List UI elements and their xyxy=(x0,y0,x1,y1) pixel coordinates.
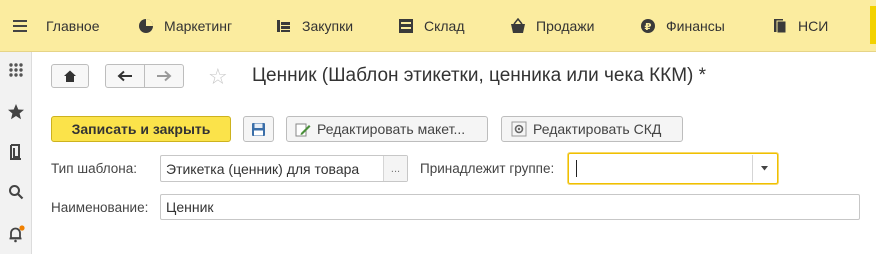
menu-item-finance[interactable]: ₽ Финансы xyxy=(640,16,725,36)
forward-button[interactable] xyxy=(144,64,184,88)
edit-layout-label: Редактировать макет... xyxy=(317,121,466,137)
save-and-close-button[interactable]: Записать и закрыть xyxy=(51,116,231,142)
pie-chart-icon xyxy=(138,18,154,34)
menu-item-label: Главное xyxy=(46,18,100,34)
edit-skd-button[interactable]: Редактировать СКД xyxy=(501,116,683,142)
template-type-field[interactable]: Этикетка (ценник) для товара xyxy=(160,155,408,182)
menu-item-marketing[interactable]: Маркетинг xyxy=(138,16,232,36)
menu-item-label: Финансы xyxy=(666,18,725,34)
settings-gear-icon xyxy=(511,121,527,137)
search-icon[interactable] xyxy=(4,180,28,204)
menu-item-main[interactable]: Главное xyxy=(46,16,100,36)
floppy-disk-icon xyxy=(252,122,265,136)
save-button[interactable] xyxy=(243,116,274,142)
history-icon[interactable] xyxy=(4,140,28,164)
name-value: Ценник xyxy=(166,199,214,215)
menu-item-label: НСИ xyxy=(798,18,829,34)
chevron-down-icon xyxy=(761,166,768,171)
book-icon xyxy=(772,18,788,34)
text-cursor xyxy=(576,160,577,177)
back-button[interactable] xyxy=(105,64,145,88)
edit-pencil-icon xyxy=(295,123,311,137)
menu-item-label: Маркетинг xyxy=(164,18,233,34)
cart-icon xyxy=(276,18,292,34)
top-menu-bar: Главное Маркетинг Закупки Склад Продажи … xyxy=(0,0,876,52)
main-menu-icon[interactable] xyxy=(13,18,27,32)
favorite-star-icon[interactable]: ☆ xyxy=(208,64,228,90)
home-icon xyxy=(64,70,76,82)
save-and-close-label: Записать и закрыть xyxy=(71,121,211,137)
arrow-left-icon xyxy=(117,70,132,82)
menu-item-purchases[interactable]: Закупки xyxy=(276,16,353,36)
menu-bar-edge xyxy=(870,6,876,44)
ruble-coin-icon: ₽ xyxy=(640,18,656,34)
menu-item-nsi[interactable]: НСИ xyxy=(772,16,828,36)
left-sidebar xyxy=(0,52,32,254)
select-dots-icon: ... xyxy=(390,162,401,175)
warehouse-icon xyxy=(398,18,414,34)
group-label: Принадлежит группе: xyxy=(420,161,555,176)
menu-item-label: Продажи xyxy=(536,18,595,34)
apps-grid-icon[interactable] xyxy=(4,58,28,82)
name-field[interactable]: Ценник xyxy=(160,194,860,220)
template-type-value: Этикетка (ценник) для товара xyxy=(166,160,360,177)
arrow-right-icon xyxy=(157,70,172,82)
group-field[interactable] xyxy=(568,153,778,184)
menu-item-warehouse[interactable]: Склад xyxy=(398,16,465,36)
svg-text:₽: ₽ xyxy=(645,22,652,33)
notifications-bell-icon[interactable] xyxy=(4,222,28,246)
home-button[interactable] xyxy=(51,64,89,88)
template-type-label: Тип шаблона: xyxy=(51,161,137,176)
menu-item-sales[interactable]: Продажи xyxy=(510,16,594,36)
group-dropdown-button[interactable] xyxy=(752,155,776,182)
edit-layout-button[interactable]: Редактировать макет... xyxy=(286,116,488,142)
edit-skd-label: Редактировать СКД xyxy=(533,121,662,137)
favorites-star-icon[interactable] xyxy=(4,100,28,124)
menu-item-label: Склад xyxy=(424,18,465,34)
name-label: Наименование: xyxy=(51,200,149,215)
menu-item-label: Закупки xyxy=(302,18,354,34)
basket-icon xyxy=(510,18,526,34)
template-type-select-button[interactable]: ... xyxy=(383,156,407,181)
page-title: Ценник (Шаблон этикетки, ценника или чек… xyxy=(252,65,707,86)
